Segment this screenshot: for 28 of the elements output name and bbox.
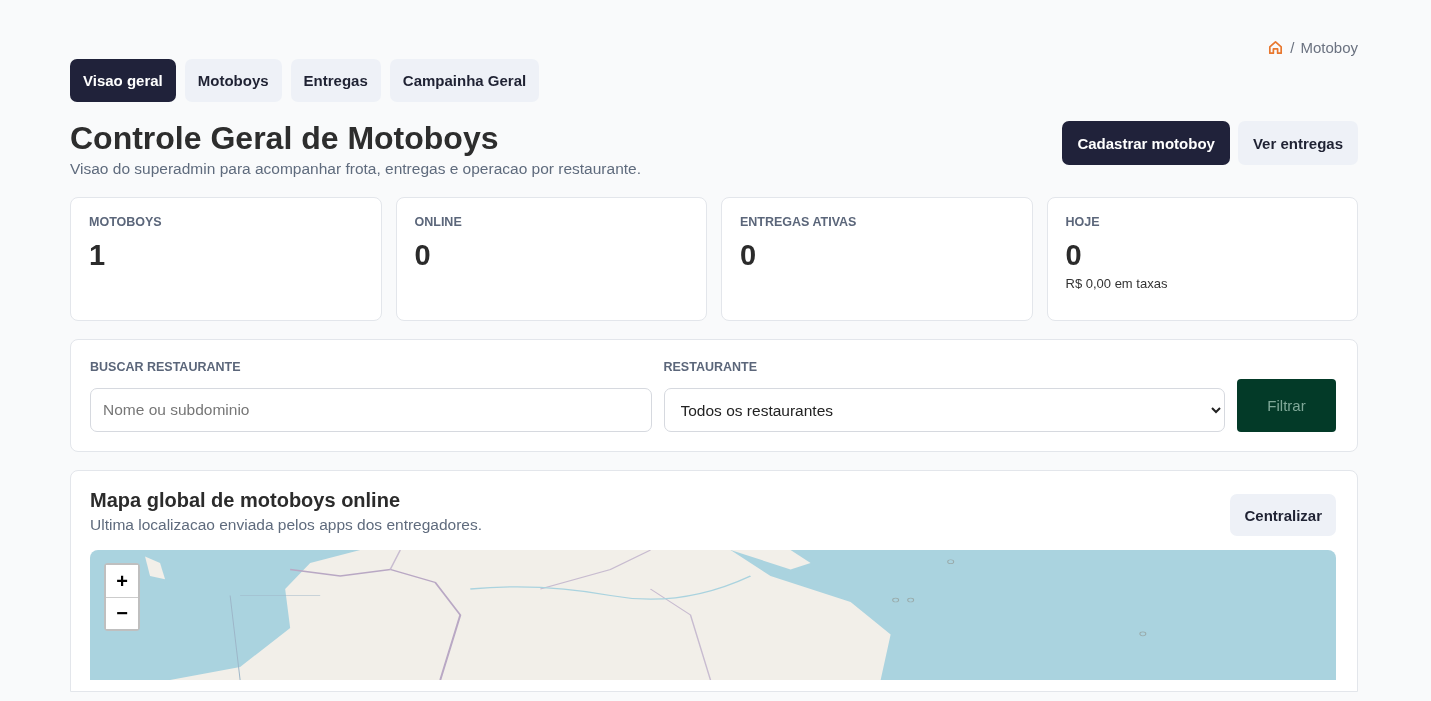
stat-note: R$ 0,00 em taxas xyxy=(1065,276,1168,291)
stat-label: ONLINE xyxy=(414,215,462,229)
tab[interactable]: Entregas xyxy=(290,59,381,102)
field-label: RESTAURANTE xyxy=(663,360,758,374)
home-icon[interactable] xyxy=(1267,38,1285,56)
field-label: BUSCAR RESTAURANTE xyxy=(90,360,241,374)
tab[interactable]: Visao geral xyxy=(70,59,176,102)
deliveries-button[interactable]: Ver entregas xyxy=(1237,121,1358,165)
stat-label: HOJE xyxy=(1065,215,1100,229)
stat-value: 0 xyxy=(414,239,431,272)
tab[interactable]: Campainha Geral xyxy=(389,59,540,102)
search-field[interactable]: Nome ou subdominio xyxy=(90,388,652,432)
stat-value: 0 xyxy=(1065,239,1082,272)
map-title: Mapa global de motoboys online xyxy=(90,489,402,512)
breadcrumb-current: Motoboy xyxy=(1300,38,1358,56)
tab[interactable]: Motoboys xyxy=(184,59,282,102)
register-button[interactable]: Cadastrar motoboy xyxy=(1062,121,1230,165)
page-subtitle: Visao do superadmin para acompanhar frota, entregas e operacao por restaurante. xyxy=(70,160,641,178)
stat-value: 1 xyxy=(89,239,106,272)
stat-label: MOTOBOYS xyxy=(89,215,162,229)
center-button[interactable]: Centralizar xyxy=(1230,494,1336,536)
page-title: Controle Geral de Motoboys xyxy=(70,120,500,156)
breadcrumb-separator: / xyxy=(1290,38,1295,56)
restaurant-select[interactable]: Todos os restaurantes xyxy=(663,388,1225,432)
stat-value: 0 xyxy=(740,239,757,272)
zoom-out-button[interactable]: − xyxy=(106,597,138,629)
stat-label: ENTREGAS ATIVAS xyxy=(740,215,857,229)
map-subtitle: Ultima localizacao enviada pelos apps dos entregadores. xyxy=(90,516,483,534)
